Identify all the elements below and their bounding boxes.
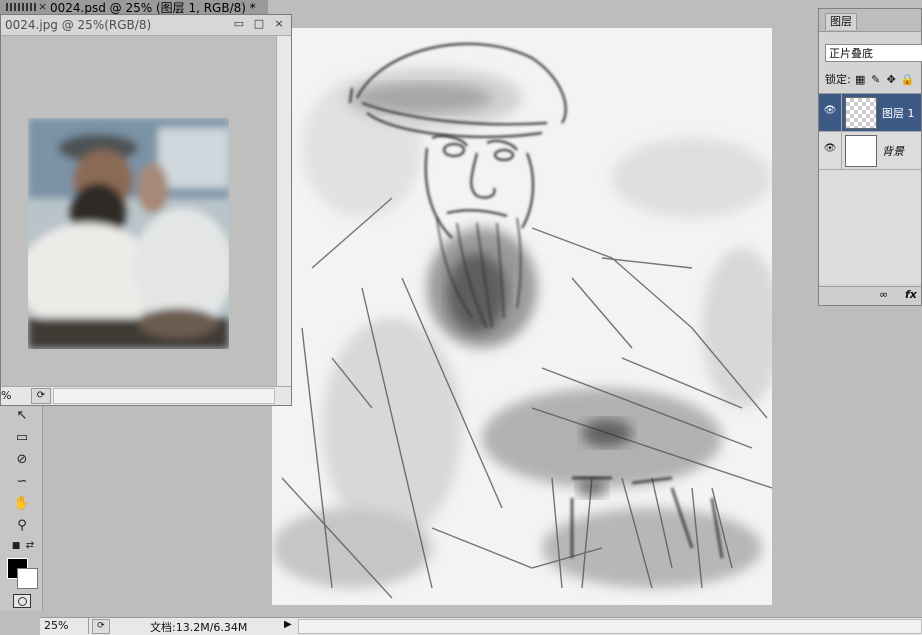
status-bar: 25% ⟳ 文档:13.2M/6.34M ▶: [40, 617, 922, 635]
quick-select-tool-icon[interactable]: ⊘: [12, 450, 32, 470]
link-layers-icon[interactable]: ∞: [879, 288, 888, 301]
close-icon[interactable]: ×: [38, 0, 47, 13]
lock-row: 锁定: ▦ ✎ ✥ 🔒: [825, 71, 915, 87]
lasso-tool-icon[interactable]: ∽: [12, 472, 32, 492]
painting-artwork: [28, 118, 229, 349]
status-divider: [88, 618, 89, 634]
layers-panel-footer: ∞ fx: [819, 286, 921, 305]
toolbox: ↖ ▭ ⊘ ∽ ✋ ⚲ ■ ⇄: [0, 406, 43, 611]
layer-thumbnail: [845, 135, 877, 167]
reference-painting: [28, 118, 229, 349]
lock-transparent-icon[interactable]: ▦: [854, 73, 866, 86]
main-document-tab[interactable]: × 0024.psd @ 25% (图层 1, RGB/8) *: [0, 0, 268, 15]
maximize-icon[interactable]: □: [253, 18, 265, 30]
layer-row-layer1[interactable]: 👁 图层 1: [819, 94, 921, 132]
reference-statusbar: % ⟳: [1, 386, 291, 405]
quick-mask-icon[interactable]: [13, 594, 31, 608]
marquee-tool-icon[interactable]: ▭: [12, 428, 32, 448]
zoom-tool-icon[interactable]: ⚲: [12, 516, 32, 536]
lock-all-icon[interactable]: 🔒: [901, 73, 915, 86]
layer-name[interactable]: 背景: [882, 143, 904, 159]
layer-thumbnail: [845, 97, 877, 129]
vertical-scrollbar[interactable]: [276, 36, 291, 387]
panel-grip-icon[interactable]: [6, 3, 36, 11]
layers-panel: 图层 正片叠底 锁定: ▦ ✎ ✥ 🔒 👁 图层 1 👁 背景 ∞ fx: [818, 8, 922, 306]
lock-pixels-icon[interactable]: ✎: [870, 73, 882, 86]
horizontal-scrollbar[interactable]: [53, 388, 275, 404]
sketch-artwork: [272, 28, 782, 605]
main-canvas[interactable]: [272, 28, 782, 605]
swap-colors-icon[interactable]: ⇄: [20, 536, 40, 556]
fx-icon[interactable]: fx: [905, 288, 917, 301]
close-icon[interactable]: ×: [273, 18, 285, 30]
reference-document-title: 0024.jpg @ 25%(RGB/8): [5, 18, 152, 32]
reference-document-window[interactable]: 0024.jpg @ 25%(RGB/8) ▭ □ × % ⟳: [0, 14, 292, 406]
lock-label: 锁定:: [825, 73, 851, 86]
document-size-info: 文档:13.2M/6.34M: [150, 621, 248, 634]
minimize-icon[interactable]: ▭: [233, 18, 245, 30]
zoom-level[interactable]: 25%: [44, 619, 68, 632]
layer-row-background[interactable]: 👁 背景: [819, 132, 921, 170]
move-tool-icon[interactable]: ↖: [12, 406, 32, 426]
hand-tool-icon[interactable]: ✋: [12, 494, 32, 514]
reference-canvas[interactable]: [1, 36, 275, 387]
eye-icon[interactable]: 👁: [823, 105, 837, 119]
navigator-icon[interactable]: ⟳: [31, 388, 51, 404]
background-color-swatch[interactable]: [17, 568, 38, 589]
layers-panel-tabbar: 图层: [819, 9, 921, 32]
layer-name[interactable]: 图层 1: [882, 105, 915, 121]
horizontal-scrollbar[interactable]: [298, 619, 922, 634]
reference-document-titlebar[interactable]: 0024.jpg @ 25%(RGB/8) ▭ □ ×: [1, 15, 291, 36]
blend-mode-select[interactable]: 正片叠底: [825, 44, 922, 62]
status-menu-arrow-icon[interactable]: ▶: [284, 619, 292, 630]
navigator-icon[interactable]: ⟳: [92, 619, 110, 634]
layers-list: 👁 图层 1 👁 背景: [819, 93, 921, 284]
reference-zoom-level[interactable]: %: [1, 389, 27, 402]
tab-layers[interactable]: 图层: [825, 13, 857, 30]
lock-position-icon[interactable]: ✥: [885, 73, 897, 86]
eye-icon[interactable]: 👁: [823, 143, 837, 157]
